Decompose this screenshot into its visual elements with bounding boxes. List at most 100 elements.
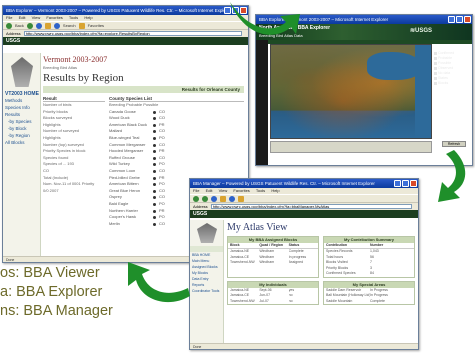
usgs-header[interactable]: USGS xyxy=(3,37,248,45)
explorer-left-panel xyxy=(256,40,268,165)
table-row[interactable]: Saddle Mountain Complete xyxy=(324,299,414,305)
menu-favorites[interactable]: Favorites xyxy=(233,188,249,193)
species-name[interactable]: Merlin xyxy=(109,221,151,228)
viewer-sidebar: VT2003 HOME Methods Species Info Results… xyxy=(3,53,41,256)
species-name[interactable]: American Black Duck xyxy=(109,122,151,129)
map-controls-bar[interactable] xyxy=(270,141,432,153)
menu-view[interactable]: View xyxy=(32,15,41,20)
menu-view[interactable]: View xyxy=(219,188,228,193)
sidebar-item-coordinator-tools[interactable]: Coordinator Tools xyxy=(190,288,223,294)
maximize-button[interactable] xyxy=(456,16,463,23)
map-refresh-button[interactable]: Refresh xyxy=(442,141,466,147)
refresh-icon[interactable] xyxy=(35,22,42,29)
maximize-button[interactable] xyxy=(402,180,409,187)
forward-icon[interactable] xyxy=(26,22,33,29)
sidebar-item-methods[interactable]: Methods xyxy=(3,97,40,104)
menu-tools[interactable]: Tools xyxy=(69,15,78,20)
species-row[interactable]: Hooded Merganser PR xyxy=(109,148,244,155)
minimize-button[interactable] xyxy=(394,180,401,187)
menu-favorites[interactable]: Favorites xyxy=(46,15,62,20)
species-row[interactable]: Wild Turkey PO xyxy=(109,161,244,168)
breeding-dot-icon xyxy=(153,130,156,134)
species-name[interactable]: Hooded Merganser xyxy=(109,148,151,155)
sidebar-item-species-info[interactable]: Species Info xyxy=(3,104,40,111)
usgs-header[interactable]: USGS xyxy=(190,210,418,218)
species-row[interactable]: Blue-winged Teal PO xyxy=(109,135,244,142)
sidebar-item-all-blocks[interactable]: All Blocks xyxy=(3,139,40,146)
species-row[interactable]: Common Loon CO xyxy=(109,168,244,175)
breeding-dot-icon xyxy=(153,196,156,200)
atlas-map[interactable] xyxy=(270,44,432,139)
species-row[interactable]: Canada Goose CO xyxy=(109,109,244,116)
species-name[interactable]: Cooper's Hawk xyxy=(109,214,151,221)
table-row[interactable]: Townshend-NW Windham Assigned xyxy=(228,260,318,266)
species-name[interactable]: Osprey xyxy=(109,194,151,201)
breeding-code: CO xyxy=(159,115,165,121)
species-name[interactable]: American Bittern xyxy=(109,181,151,188)
menu-file[interactable]: File xyxy=(193,188,199,193)
table-cell: Confirmed Species xyxy=(326,271,356,275)
forward-icon[interactable] xyxy=(202,195,208,202)
manager-status-bar: Done xyxy=(190,343,418,349)
species-row[interactable]: Wood Duck CO xyxy=(109,115,244,122)
search-icon[interactable] xyxy=(53,22,60,29)
species-name[interactable]: Ruffed Grouse xyxy=(109,155,151,162)
breeding-dot-icon xyxy=(153,117,156,121)
home-icon[interactable] xyxy=(220,195,226,202)
table-row[interactable]: Confirmed Species 84 xyxy=(324,271,414,277)
sidebar-item-by-region[interactable]: -by Region xyxy=(3,132,40,139)
species-row[interactable]: Common Merganser CO xyxy=(109,142,244,149)
table-cell: Townshend-NW xyxy=(230,260,255,264)
species-name[interactable]: Bald Eagle xyxy=(109,201,151,208)
close-button[interactable] xyxy=(410,180,417,187)
address-input[interactable]: http://www.pwrc.usgs.gov/bba/index.cfm?f… xyxy=(210,204,412,209)
menu-tools[interactable]: Tools xyxy=(256,188,265,193)
species-name[interactable]: Blue-winged Teal xyxy=(109,135,151,142)
species-name[interactable]: Mallard xyxy=(109,128,151,135)
back-icon[interactable] xyxy=(193,195,199,202)
favorites-icon[interactable] xyxy=(238,195,244,202)
breeding-dot-icon xyxy=(153,209,156,213)
manager-window-title: BBA Manager – Powered by USGS Patuxent W… xyxy=(193,181,375,186)
back-label[interactable]: Back xyxy=(15,23,24,28)
atlas-brand-title: Vermont 2003-2007 xyxy=(43,55,108,64)
menu-help[interactable]: Help xyxy=(84,15,92,20)
table-row[interactable]: Townshend-NW Jul-07 no xyxy=(228,299,318,305)
table-cell: Townshend-NW xyxy=(230,298,255,303)
breeding-code: PR xyxy=(159,207,165,213)
species-name[interactable]: Great Blue Heron xyxy=(109,188,151,195)
species-name[interactable]: Wood Duck xyxy=(109,115,151,122)
sidebar-item-results[interactable]: Results xyxy=(3,111,40,118)
species-name[interactable]: Common Loon xyxy=(109,168,151,175)
species-row[interactable]: Ruffed Grouse CO xyxy=(109,155,244,162)
species-name[interactable]: Common Merganser xyxy=(109,142,151,149)
menu-edit[interactable]: Edit xyxy=(206,188,213,193)
menu-edit[interactable]: Edit xyxy=(19,15,26,20)
species-row[interactable]: American Black Duck PR xyxy=(109,122,244,129)
address-input[interactable]: http://www.pwrc.usgs.gov/bba/index.cfm?f… xyxy=(23,31,242,36)
search-label[interactable]: Search xyxy=(63,23,76,28)
sidebar-item-by-block[interactable]: -by Block xyxy=(3,125,40,132)
menu-file[interactable]: File xyxy=(6,15,12,20)
breeding-code: CO xyxy=(159,108,165,114)
back-icon[interactable] xyxy=(6,22,12,29)
species-name[interactable]: Northern Harrier xyxy=(109,208,151,215)
breeding-code: CO xyxy=(159,154,165,160)
species-name[interactable]: Canada Goose xyxy=(109,109,151,116)
favorites-icon[interactable] xyxy=(78,22,85,29)
close-button[interactable] xyxy=(464,16,471,23)
usgs-logo[interactable]: ≋USGS xyxy=(410,27,432,35)
legend-item[interactable]: Blocks xyxy=(434,81,468,86)
species-name[interactable]: Wild Turkey xyxy=(109,161,151,168)
menu-help[interactable]: Help xyxy=(271,188,279,193)
minimize-button[interactable] xyxy=(448,16,455,23)
search-icon[interactable] xyxy=(229,195,235,202)
result-row: Num. Nov-11 of 0001 Priority xyxy=(43,181,95,187)
species-name[interactable]: Pied-billed Grebe xyxy=(109,175,151,182)
refresh-icon[interactable] xyxy=(211,195,217,202)
breeding-dot-icon xyxy=(153,143,156,147)
favorites-label[interactable]: Favorites xyxy=(88,23,104,28)
home-icon[interactable] xyxy=(44,22,51,29)
species-row[interactable]: Mallard CO xyxy=(109,128,244,135)
sidebar-item-by-species[interactable]: -by Species xyxy=(3,118,40,125)
